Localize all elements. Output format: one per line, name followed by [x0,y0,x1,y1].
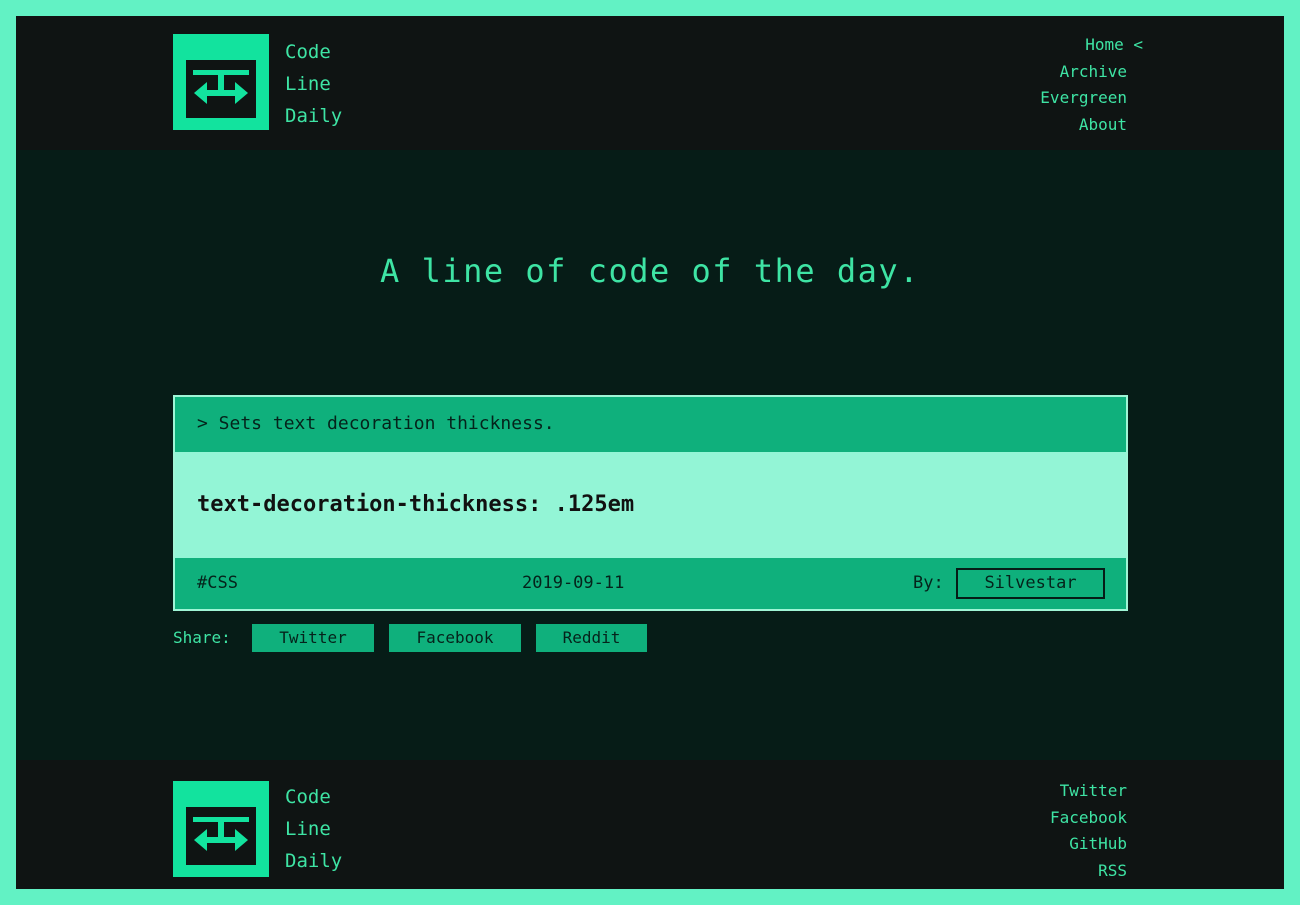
author-label: By: [913,573,944,593]
footer-link-rss[interactable]: RSS [1050,858,1127,885]
share-twitter-button[interactable]: Twitter [252,624,374,652]
page-tagline: A line of code of the day. [380,252,920,290]
footer-link-facebook[interactable]: Facebook [1050,805,1127,832]
code-brackets-logo-icon[interactable] [173,781,269,877]
site-name-line: Line [285,818,331,840]
site-name-line: Code [285,41,331,63]
site-header: Code Line Daily Home < Archive Evergreen… [16,16,1284,150]
nav-item-evergreen[interactable]: Evergreen [1040,85,1127,112]
nav-item-about[interactable]: About [1040,112,1127,139]
site-name[interactable]: Code Line Daily [285,36,342,132]
site-footer: Code Line Daily Twitter Facebook GitHub … [16,760,1284,889]
tag-link[interactable]: #CSS [197,558,238,609]
code-description: > Sets text decoration thickness. [197,413,555,434]
code-meta-bar: #CSS 2019-09-11 By: Silvestar [175,558,1126,609]
page-frame: Code Line Daily Home < Archive Evergreen… [16,16,1284,889]
code-brackets-logo-icon[interactable] [173,34,269,130]
code-line: text-decoration-thickness: .125em [175,452,1126,558]
share-reddit-button[interactable]: Reddit [536,624,647,652]
site-name-line: Code [285,786,331,808]
main-nav: Home < Archive Evergreen About [1040,32,1143,139]
site-name-line: Daily [285,850,343,872]
site-name-line: Daily [285,105,343,127]
footer-link-twitter[interactable]: Twitter [1050,778,1127,805]
share-facebook-button[interactable]: Facebook [389,624,521,652]
nav-item-archive[interactable]: Archive [1040,59,1127,86]
footer-links: Twitter Facebook GitHub RSS [1050,778,1127,884]
site-name-line: Line [285,73,331,95]
nav-item-home[interactable]: Home < [1040,32,1143,59]
code-card: > Sets text decoration thickness. text-d… [173,395,1128,611]
footer-link-github[interactable]: GitHub [1050,831,1127,858]
post-date: 2019-09-11 [522,573,625,593]
author-link[interactable]: Silvestar [956,568,1105,599]
share-label: Share: [173,628,231,647]
footer-site-name[interactable]: Code Line Daily [285,781,342,877]
